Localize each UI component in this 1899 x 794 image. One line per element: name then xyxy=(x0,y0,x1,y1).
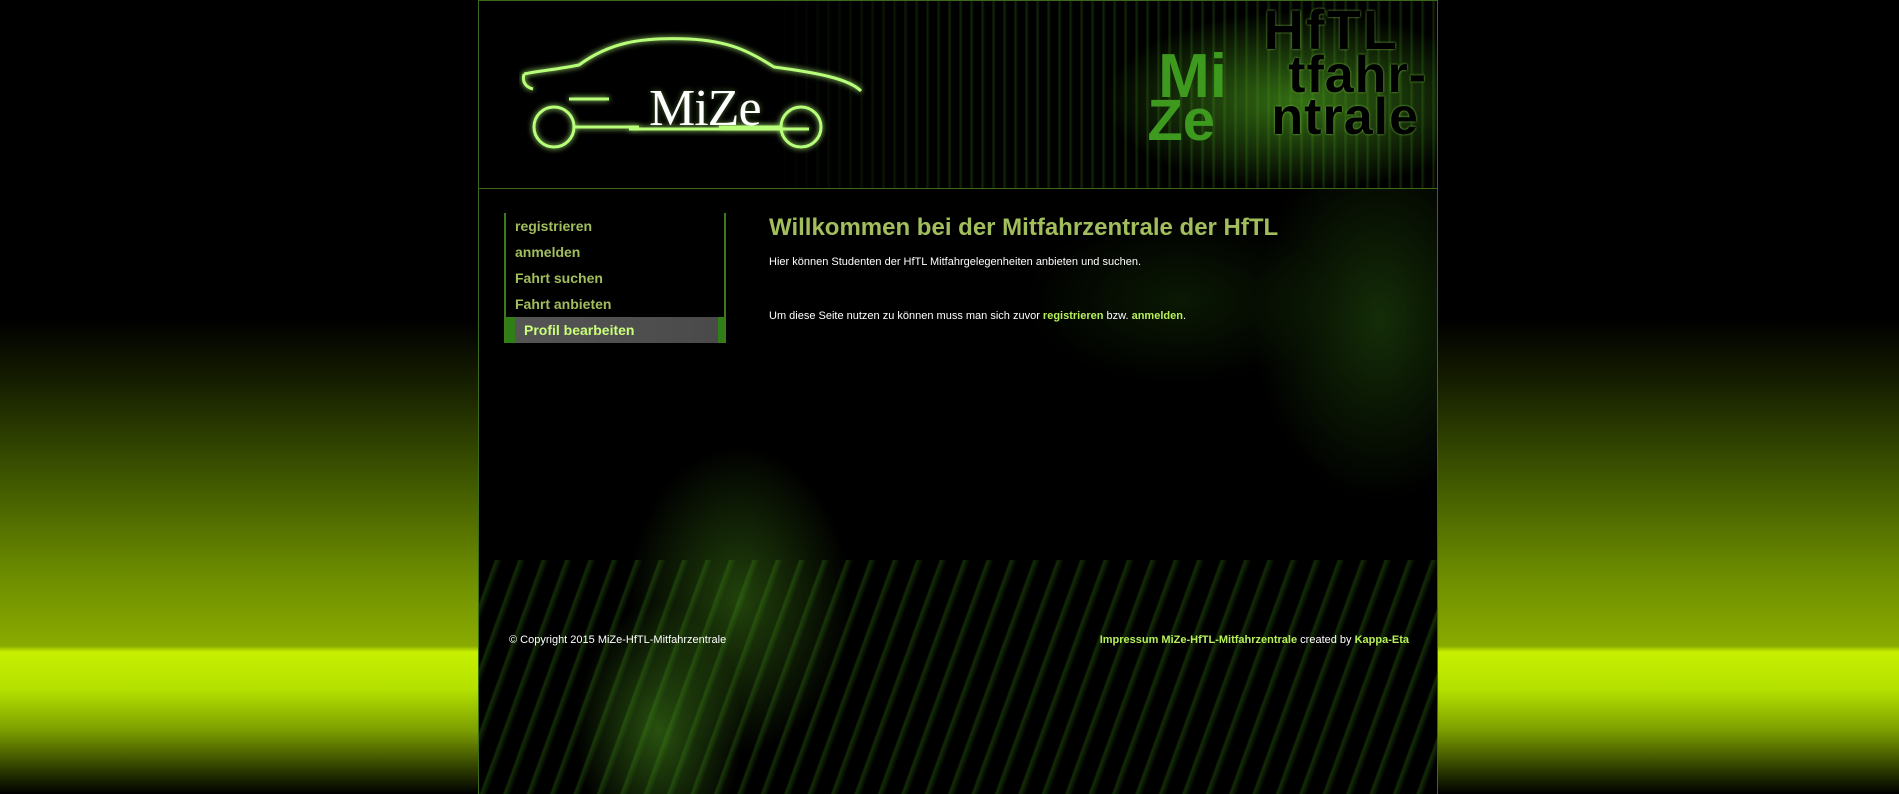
sidebar-nav: registrieren anmelden Fahrt suchen Fahrt… xyxy=(504,213,726,343)
header-banner: MiZe HfTL Mi tfahr- Ze ntrale xyxy=(479,0,1437,189)
copyright-text: © Copyright 2015 MiZe-HfTL-Mitfahrzentra… xyxy=(509,634,727,646)
mize-logo[interactable]: MiZe xyxy=(519,29,869,159)
usage-text: Um diese Seite nutzen zu können muss man… xyxy=(769,310,1186,322)
usage-prefix: Um diese Seite nutzen zu können muss man… xyxy=(769,310,1043,322)
hftl-mitfahrzentrale-brand: HfTL Mi tfahr- Ze ntrale xyxy=(1107,1,1427,153)
nav-item-registrieren[interactable]: registrieren xyxy=(506,213,724,239)
brand-ntrale: ntrale xyxy=(1271,88,1419,146)
created-by-text: created by xyxy=(1297,634,1355,646)
nav-item-fahrt-anbieten[interactable]: Fahrt anbieten xyxy=(506,291,724,317)
logo-text: MiZe xyxy=(649,80,762,137)
footer: © Copyright 2015 MiZe-HfTL-Mitfahrzentra… xyxy=(479,632,1437,654)
nav-item-anmelden[interactable]: anmelden xyxy=(506,239,724,265)
page-container: MiZe HfTL Mi tfahr- Ze ntrale registrier… xyxy=(478,0,1438,794)
intro-text: Hier können Studenten der HfTL Mitfahrge… xyxy=(769,256,1142,268)
author-link[interactable]: Kappa-Eta xyxy=(1355,634,1409,646)
usage-middle: bzw. xyxy=(1103,310,1132,322)
nav-item-fahrt-suchen[interactable]: Fahrt suchen xyxy=(506,265,724,291)
registrieren-link[interactable]: registrieren xyxy=(1043,310,1104,322)
footer-credits: Impressum MiZe-HfTL-Mitfahrzentrale crea… xyxy=(1100,634,1409,646)
anmelden-link[interactable]: anmelden xyxy=(1132,310,1183,322)
main-content: Willkommen bei der Mitfahrzentrale der H… xyxy=(769,212,1409,322)
nav-item-profil-bearbeiten[interactable]: Profil bearbeiten xyxy=(506,317,724,343)
brand-ze: Ze xyxy=(1147,88,1215,153)
usage-suffix: . xyxy=(1182,310,1186,322)
page-title: Willkommen bei der Mitfahrzentrale der H… xyxy=(769,214,1279,241)
impressum-link[interactable]: Impressum MiZe-HfTL-Mitfahrzentrale xyxy=(1100,634,1297,646)
